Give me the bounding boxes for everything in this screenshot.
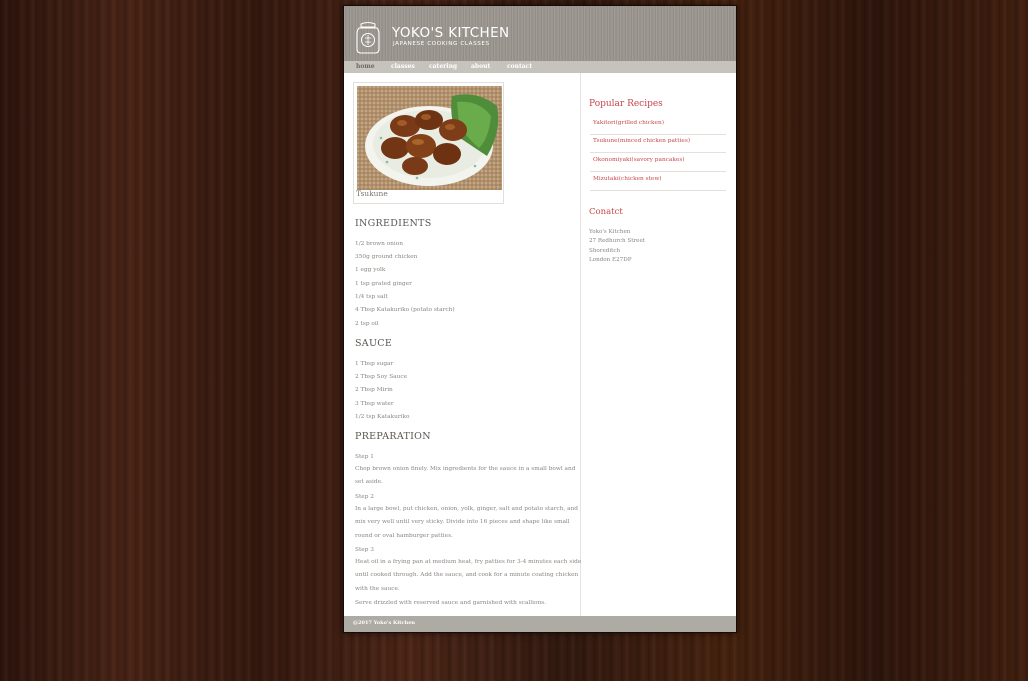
nav-about[interactable]: about	[471, 63, 490, 70]
closing-note: Serve drizzled with reserved sauce and g…	[355, 600, 547, 606]
address-line: 27 Redhurch Street	[589, 238, 646, 244]
brand-subtitle: JAPANESE COOKING CLASSES	[393, 41, 490, 47]
recipe-link-item: Yakitori(grilled chicken)	[590, 116, 726, 135]
recipe-figure: Tsukune	[353, 82, 504, 204]
figure-caption: Tsukune	[356, 189, 388, 198]
address-line: Yoko's Kitchen	[589, 229, 631, 235]
recipe-link-mizutaki[interactable]: Mizutaki(chicken stew)	[593, 176, 662, 182]
address-line: Shoreditch	[589, 248, 621, 254]
step-text: Heat oil in a frying pan at medium heat,…	[355, 559, 582, 592]
nav-classes[interactable]: classes	[391, 63, 415, 70]
sauce-item: 1/2 tsp Katakuriko	[355, 414, 410, 420]
recipe-link-item: Tsukune(minced chicken patties)	[590, 134, 726, 153]
step-text: In a large bowl, put chicken, onion, yol…	[355, 506, 578, 539]
nav-home[interactable]: home	[356, 63, 375, 70]
ingredient-item: 1 egg yolk	[355, 267, 386, 273]
sauce-item: 2 Tbsp Mirin	[355, 387, 393, 393]
recipe-link-tsukune[interactable]: Tsukune(minced chicken patties)	[593, 138, 690, 144]
contact-title: Conatct	[589, 207, 623, 217]
copyright-text: @2017 Yoko's Kitchen	[353, 620, 416, 626]
main-nav: home classes catering about contact	[344, 61, 736, 73]
page-container: YOKO'S KITCHEN JAPANESE COOKING CLASSES …	[343, 5, 737, 633]
step-label: Step 3	[355, 547, 374, 553]
preparation-heading: PREPARATION	[355, 431, 431, 442]
sauce-heading: SAUCE	[355, 338, 393, 349]
step-label: Step 1	[355, 454, 374, 460]
recipe-link-yakitori[interactable]: Yakitori(grilled chicken)	[593, 120, 664, 126]
address-line: London E27DP	[589, 257, 632, 263]
nav-catering[interactable]: catering	[429, 63, 457, 70]
brand-title[interactable]: YOKO'S KITCHEN	[392, 25, 510, 41]
kitchen-jar-icon[interactable]	[355, 20, 381, 54]
recipe-link-item: Mizutaki(chicken stew)	[590, 172, 726, 191]
tsukune-photo	[357, 86, 502, 190]
sauce-item: 2 Tbsp Soy Sauce	[355, 374, 408, 380]
ingredient-item: 4 Tbsp Katakuriko (potato starch)	[355, 307, 455, 313]
ingredient-item: 350g ground chicken	[355, 254, 418, 260]
site-header: YOKO'S KITCHEN JAPANESE COOKING CLASSES	[344, 6, 736, 61]
popular-recipes-title: Popular Recipes	[589, 99, 663, 109]
step-label: Step 2	[355, 494, 374, 500]
ingredients-heading: INGREDIENTS	[355, 218, 432, 229]
sauce-item: 1 Tbsp sugar	[355, 361, 394, 367]
site-footer: @2017 Yoko's Kitchen	[344, 616, 736, 632]
ingredient-item: 1/2 brown onion	[355, 241, 403, 247]
ingredient-item: 2 tsp oil	[355, 321, 379, 327]
sauce-item: 3 Tbsp water	[355, 401, 394, 407]
recipe-link-okonomiyaki[interactable]: Okonomiyaki(savory pancakes)	[593, 157, 685, 163]
column-divider	[580, 73, 581, 616]
recipe-link-item: Okonomiyaki(savory pancakes)	[590, 153, 726, 172]
ingredient-item: 1/4 tsp salt	[355, 294, 388, 300]
step-text: Chop brown onion finely. Mix ingredients…	[355, 466, 576, 486]
ingredient-item: 1 tsp grated ginger	[355, 281, 412, 287]
nav-contact[interactable]: contact	[507, 63, 532, 70]
